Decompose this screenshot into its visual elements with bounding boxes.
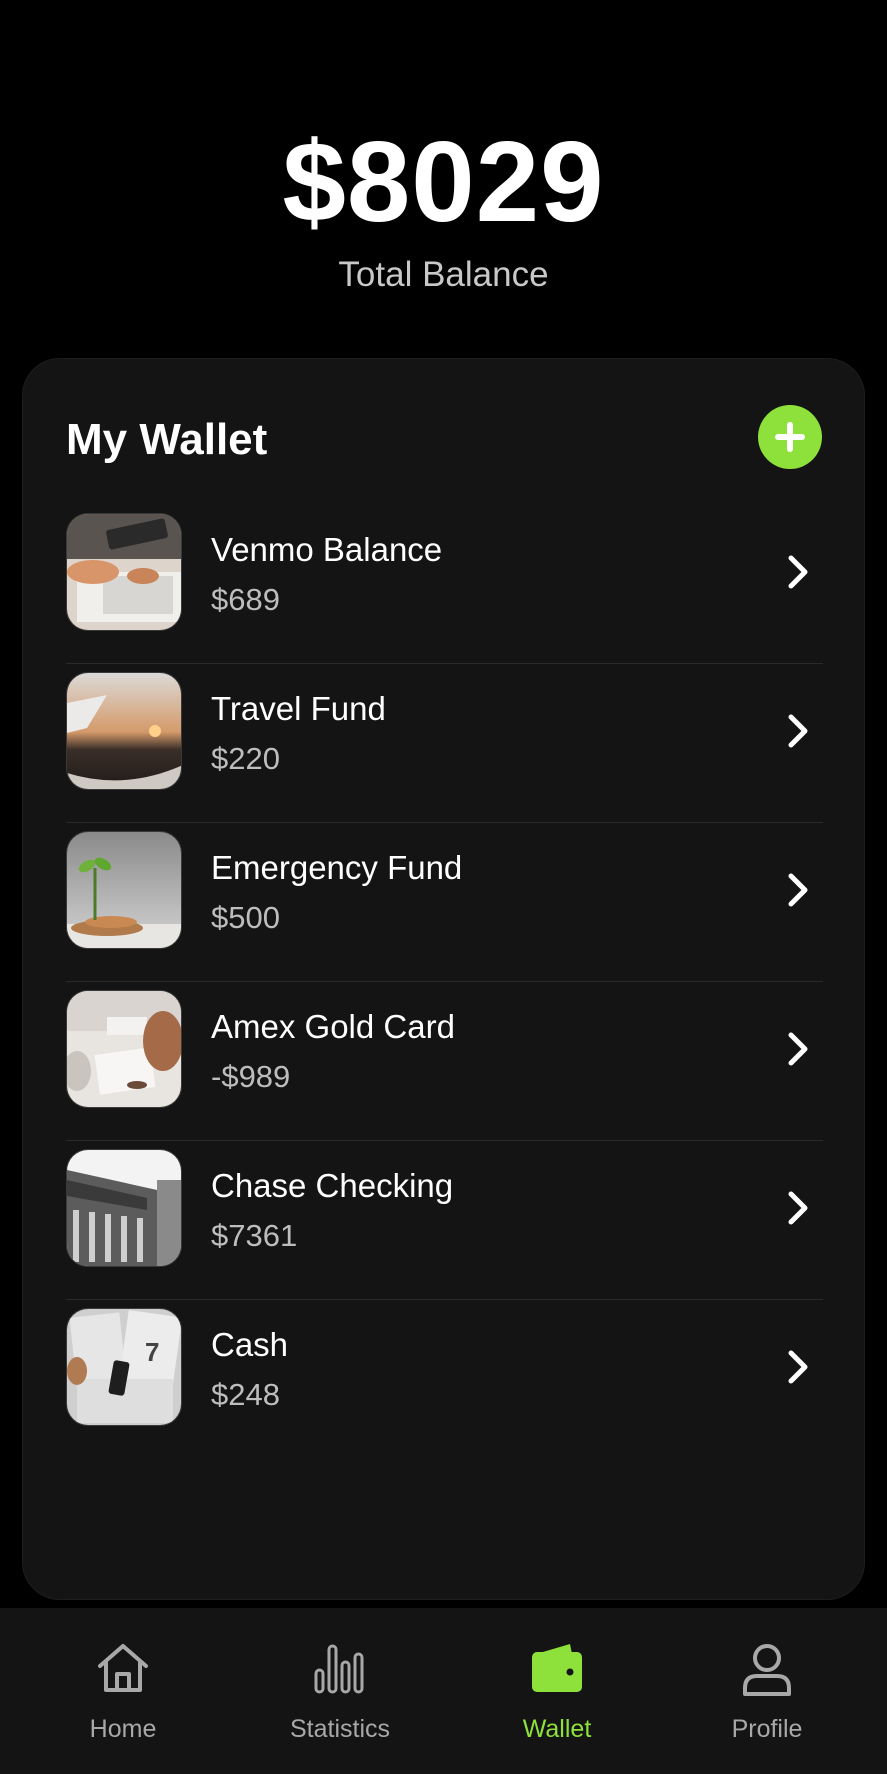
account-amount: $689 bbox=[211, 582, 280, 617]
wallet-row-travel-fund[interactable]: Travel Fund $220 bbox=[66, 664, 823, 823]
nav-label: Profile bbox=[731, 1715, 803, 1743]
chevron-right-icon bbox=[788, 1032, 808, 1066]
home-icon bbox=[98, 1644, 148, 1692]
wallet-row-emergency-fund[interactable]: Emergency Fund $500 bbox=[66, 823, 823, 982]
bank-building-photo bbox=[66, 1149, 182, 1267]
balance-header: $8029 Total Balance bbox=[0, 0, 887, 360]
account-name: Travel Fund bbox=[211, 690, 386, 727]
receipts-paperwork-photo: 7 bbox=[66, 1308, 182, 1426]
wallet-icon bbox=[532, 1644, 582, 1692]
nav-label: Home bbox=[89, 1715, 157, 1743]
nav-label: Wallet bbox=[522, 1715, 592, 1743]
bar-chart-icon bbox=[314, 1644, 364, 1694]
airplane-window-sunset-photo bbox=[66, 672, 182, 790]
chevron-right-icon bbox=[788, 1191, 808, 1225]
account-amount: $248 bbox=[211, 1377, 280, 1412]
account-name: Chase Checking bbox=[211, 1167, 454, 1204]
plus-icon bbox=[775, 422, 805, 452]
add-account-button[interactable] bbox=[758, 405, 822, 469]
nav-tab-profile[interactable]: Profile bbox=[687, 1638, 847, 1748]
desk-paperwork-photo bbox=[66, 990, 182, 1108]
chevron-right-icon bbox=[788, 555, 808, 589]
wallet-row-chase-checking[interactable]: Chase Checking $7361 bbox=[66, 1141, 823, 1300]
wallet-row-venmo[interactable]: Venmo Balance $689 bbox=[66, 505, 823, 664]
chevron-right-icon bbox=[788, 714, 808, 748]
user-icon bbox=[743, 1644, 791, 1696]
sprout-coins-photo bbox=[66, 831, 182, 949]
bottom-navigation-bar: Home Statistics Wallet Profile bbox=[0, 1608, 887, 1774]
account-amount: $7361 bbox=[211, 1218, 298, 1253]
wallet-row-amex-gold-card[interactable]: Amex Gold Card -$989 bbox=[66, 982, 823, 1141]
chevron-right-icon bbox=[788, 873, 808, 907]
nav-tab-wallet[interactable]: Wallet bbox=[477, 1638, 637, 1748]
nav-tab-home[interactable]: Home bbox=[43, 1638, 203, 1748]
total-balance-amount: $8029 bbox=[282, 119, 605, 246]
svg-text:7: 7 bbox=[145, 1337, 159, 1367]
nav-tab-statistics[interactable]: Statistics bbox=[260, 1638, 420, 1748]
account-name: Emergency Fund bbox=[211, 849, 463, 886]
nav-label: Statistics bbox=[289, 1715, 391, 1743]
account-amount: $220 bbox=[211, 741, 280, 776]
account-name: Cash bbox=[211, 1326, 289, 1363]
account-name: Venmo Balance bbox=[211, 531, 443, 568]
wallet-row-cash[interactable]: 7 Cash $248 bbox=[66, 1300, 823, 1459]
account-name: Amex Gold Card bbox=[211, 1008, 455, 1045]
account-amount: $500 bbox=[211, 900, 280, 935]
wallet-title: My Wallet bbox=[66, 415, 268, 464]
hands-on-laptop-photo bbox=[66, 513, 182, 631]
wallet-account-list: Venmo Balance $689 Travel Fund $220 Emer… bbox=[66, 505, 823, 1459]
chevron-right-icon bbox=[788, 1350, 808, 1384]
total-balance-label: Total Balance bbox=[338, 255, 549, 294]
account-amount: -$989 bbox=[211, 1059, 291, 1094]
